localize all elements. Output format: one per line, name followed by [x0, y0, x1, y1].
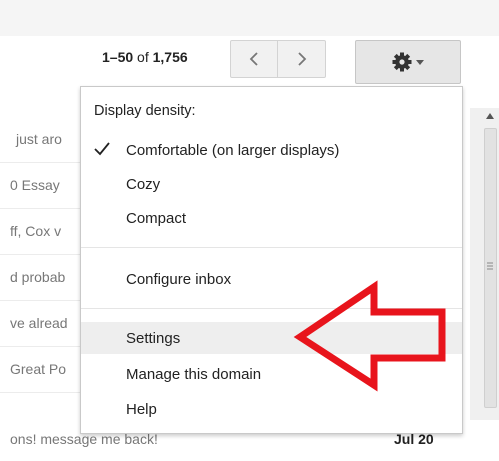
menu-item-configure-inbox[interactable]: Configure inbox	[81, 263, 462, 295]
scroll-up-icon[interactable]	[485, 112, 495, 120]
grip-icon	[487, 262, 493, 270]
chevron-left-icon	[249, 52, 258, 66]
menu-item-label: Compact	[126, 209, 187, 227]
chevron-right-icon	[297, 52, 306, 66]
menu-divider	[81, 247, 462, 248]
mail-row[interactable]: 0 Essay	[0, 162, 80, 209]
settings-menu: Display density: Comfortable (on larger …	[80, 86, 463, 434]
mail-row[interactable]: ve alread	[0, 300, 80, 347]
mail-snippet: d probab	[10, 269, 66, 285]
menu-item-label: Configure inbox	[126, 270, 232, 288]
mail-snippet: Great Po	[10, 361, 67, 377]
mail-row[interactable]: just aro	[0, 116, 80, 163]
caret-down-icon	[416, 59, 424, 65]
mail-row[interactable]: Great Po	[0, 346, 80, 393]
menu-item-label: Help	[126, 400, 157, 418]
menu-item-cozy[interactable]: Cozy	[81, 168, 462, 200]
mail-snippet: ve alread	[10, 315, 68, 331]
top-bar	[0, 0, 499, 36]
pagination-info: 1–50 of 1,756	[102, 49, 188, 65]
newer-button[interactable]	[278, 40, 326, 78]
display-density-heading: Display density:	[94, 103, 196, 119]
mail-row[interactable]: d probab	[0, 254, 80, 301]
older-button[interactable]	[230, 40, 278, 78]
menu-item-manage-domain[interactable]: Manage this domain	[81, 358, 462, 390]
menu-item-help[interactable]: Help	[81, 393, 462, 425]
menu-divider	[81, 308, 462, 309]
menu-item-comfortable[interactable]: Comfortable (on larger displays)	[81, 134, 462, 166]
mail-snippet: ff, Cox v	[10, 223, 62, 239]
gear-icon	[392, 52, 412, 72]
range-text: 1–50	[102, 49, 134, 65]
mail-snippet: just aro	[16, 131, 62, 147]
menu-item-label: Cozy	[126, 175, 161, 193]
menu-item-label: Comfortable (on larger displays)	[126, 141, 340, 159]
of-text: of	[137, 49, 149, 65]
mail-row[interactable]: ff, Cox v	[0, 208, 80, 255]
menu-item-compact[interactable]: Compact	[81, 202, 462, 234]
checkmark-icon	[94, 142, 110, 156]
menu-item-label: Settings	[126, 329, 181, 347]
settings-button[interactable]	[355, 40, 461, 84]
mail-snippet: 0 Essay	[10, 177, 60, 193]
menu-item-label: Manage this domain	[126, 365, 262, 383]
total-count: 1,756	[152, 49, 188, 65]
menu-item-settings[interactable]: Settings	[81, 322, 462, 354]
